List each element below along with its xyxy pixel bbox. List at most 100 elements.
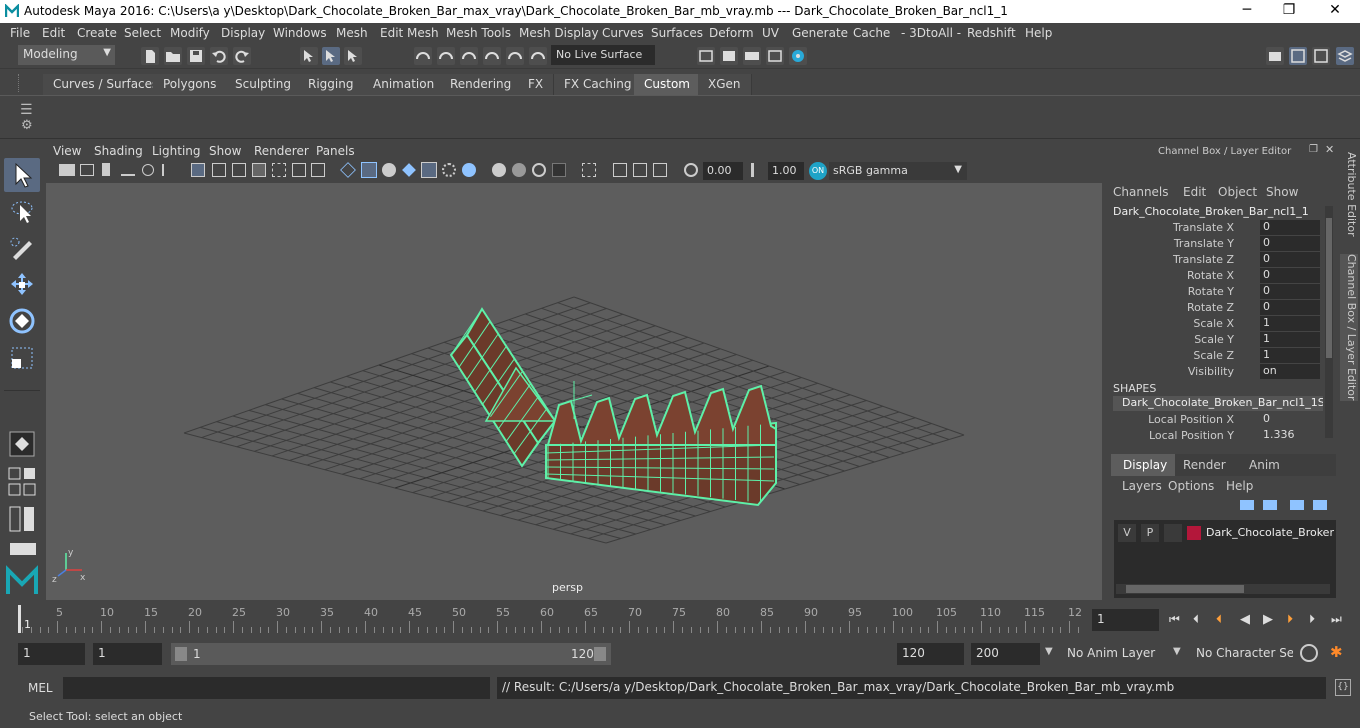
exposure-icon[interactable] [684,163,698,177]
float-panel-icon[interactable]: ❐ [1309,144,1318,155]
close-button[interactable]: ✕ [1320,2,1350,18]
layer-display-type-toggle[interactable] [1164,524,1182,542]
attribute-value[interactable]: 0 [1260,236,1320,251]
paint-select-tool-icon[interactable] [4,231,40,265]
workspace-icon[interactable] [1266,47,1284,65]
select-object-icon[interactable] [322,47,340,65]
color-space-selector[interactable]: sRGB gamma ▼ [829,162,967,180]
auto-key-icon[interactable] [1300,644,1318,662]
menu-edit-mesh[interactable]: Edit Mesh [380,26,439,40]
toggle-layer-editor-icon[interactable] [1336,47,1354,65]
ambient-occlusion-icon[interactable] [552,163,566,177]
time-slider[interactable]: 5 10 15 20 25 30 35 40 45 50 55 60 65 70 75 80 85 90 95 100… [0,603,1360,637]
tab-attribute-editor[interactable]: Attribute Editor [1340,152,1358,237]
select-hierarchy-icon[interactable] [300,47,318,65]
attribute-row[interactable]: Translate Y 0 [1105,236,1320,252]
chocolate-bar-piece[interactable] [545,384,777,507]
3d-viewport[interactable]: y x z persp [46,183,1102,600]
play-backwards-icon[interactable]: ◀ [1240,612,1250,627]
select-component-icon[interactable] [344,47,362,65]
snap-surface-icon[interactable] [506,47,524,65]
resolution-gate-icon[interactable] [232,163,246,177]
layer-visibility-toggle[interactable]: V [1118,524,1136,542]
shelf-menu-icon[interactable]: ☰ [20,102,33,118]
two-view-layout-icon[interactable] [4,482,40,498]
camera-select-icon[interactable] [59,164,75,176]
character-set-selector[interactable]: No Character Set [1191,643,1293,665]
step-back-frame-icon[interactable]: ⏴ [1193,612,1199,627]
shadows-icon[interactable] [462,163,476,177]
attribute-value[interactable]: on [1260,364,1320,379]
grease-pencil-icon[interactable] [162,164,174,176]
layer-playback-toggle[interactable]: P [1141,524,1159,542]
xray-joints-icon[interactable] [512,163,526,177]
shelf-tab-polygons[interactable]: Polygons [153,74,228,95]
layers-menu[interactable]: Layers [1122,479,1162,493]
panel-menu-shading[interactable]: Shading [94,144,143,158]
script-editor-icon[interactable]: {} [1335,679,1351,696]
new-layer-selected-icon[interactable] [1263,500,1277,510]
panel-menu-show[interactable]: Show [209,144,241,158]
tab-anim[interactable]: Anim [1249,458,1280,472]
animation-preferences-icon[interactable]: ✱ [1330,643,1343,661]
film-gate-icon[interactable] [212,163,226,177]
shape-attribute-row[interactable]: Local Position Y 1.336 [1105,428,1320,444]
menu-edit[interactable]: Edit [42,26,65,40]
isolate-select-icon[interactable] [532,163,546,177]
attribute-row[interactable]: Rotate Y 0 [1105,284,1320,300]
shelf-grip[interactable] [18,74,20,92]
minimize-button[interactable]: ─ [1232,2,1262,18]
toggle-channel-box-icon[interactable] [1289,47,1307,65]
motion-blur-icon[interactable] [582,163,596,177]
menu-create[interactable]: Create [77,26,117,40]
object-name[interactable]: Dark_Chocolate_Broken_Bar_ncl1_1 [1113,205,1309,218]
hypershade-icon[interactable] [789,47,807,65]
shelf-tab-xgen[interactable]: XGen [698,74,752,95]
playback-start-field[interactable]: 1 [93,643,162,665]
tab-display[interactable]: Display [1111,454,1175,476]
layer-name[interactable]: Dark_Chocolate_Broken_ [1206,526,1334,539]
playback-end-field[interactable]: 120 [897,643,964,665]
channel-scrollbar[interactable] [1325,206,1333,438]
toggle-attribute-editor-icon[interactable] [1312,47,1330,65]
menu-file[interactable]: File [10,26,30,40]
timeline-track[interactable]: 5 10 15 20 25 30 35 40 45 50 55 60 65 70 75 80 85 90 95 100… [18,605,1086,635]
menu-curves[interactable]: Curves [602,26,644,40]
lasso-tool-icon[interactable] [4,195,40,229]
menu-3dtoall[interactable]: - 3DtoAll - [901,26,961,40]
field-chart-icon[interactable] [272,163,286,177]
flat-shade-icon[interactable] [402,163,416,177]
new-layer-icon[interactable] [1240,500,1254,510]
safe-action-icon[interactable] [292,163,306,177]
snap-curve-icon[interactable] [437,47,455,65]
attribute-row[interactable]: Visibility on [1105,364,1320,380]
shelf-tab-curves-surfaces[interactable]: Curves / Surfaces [43,74,170,95]
snap-point-icon[interactable] [460,47,478,65]
depth-of-field-icon[interactable] [633,163,647,177]
shelf-tab-animation[interactable]: Animation [363,74,446,95]
attribute-value[interactable]: 0 [1260,252,1320,267]
shape-attribute-row[interactable]: Local Position X 0 [1105,412,1320,428]
help-menu[interactable]: Help [1226,479,1253,493]
chevron-down-icon[interactable]: ▼ [1173,646,1181,657]
shelf-settings-gear-icon[interactable]: ⚙ [21,118,33,133]
menu-display[interactable]: Display [221,26,265,40]
multisample-icon[interactable] [613,163,627,177]
panel-menu-panels[interactable]: Panels [316,144,355,158]
attribute-value[interactable]: 1 [1260,348,1320,363]
new-scene-icon[interactable] [141,47,159,65]
select-tool-icon[interactable] [4,158,40,192]
range-bar[interactable]: 1 120 [171,643,611,665]
shelf-tab-rigging[interactable]: Rigging [298,74,365,95]
channels-menu[interactable]: Channels [1113,185,1169,199]
wireframe-icon[interactable] [340,162,356,178]
current-time-marker[interactable] [18,605,21,633]
menu-windows[interactable]: Windows [273,26,327,40]
render-view-icon[interactable] [766,47,784,65]
channel-scrollbar-thumb[interactable] [1326,218,1332,358]
menu-uv[interactable]: UV [762,26,779,40]
step-forward-key-icon[interactable]: ⏵ [1287,612,1293,627]
exposure-field[interactable]: 0.00 [703,162,743,180]
snap-grid-icon[interactable] [414,47,432,65]
step-back-key-icon[interactable]: ⏴ [1216,612,1222,627]
